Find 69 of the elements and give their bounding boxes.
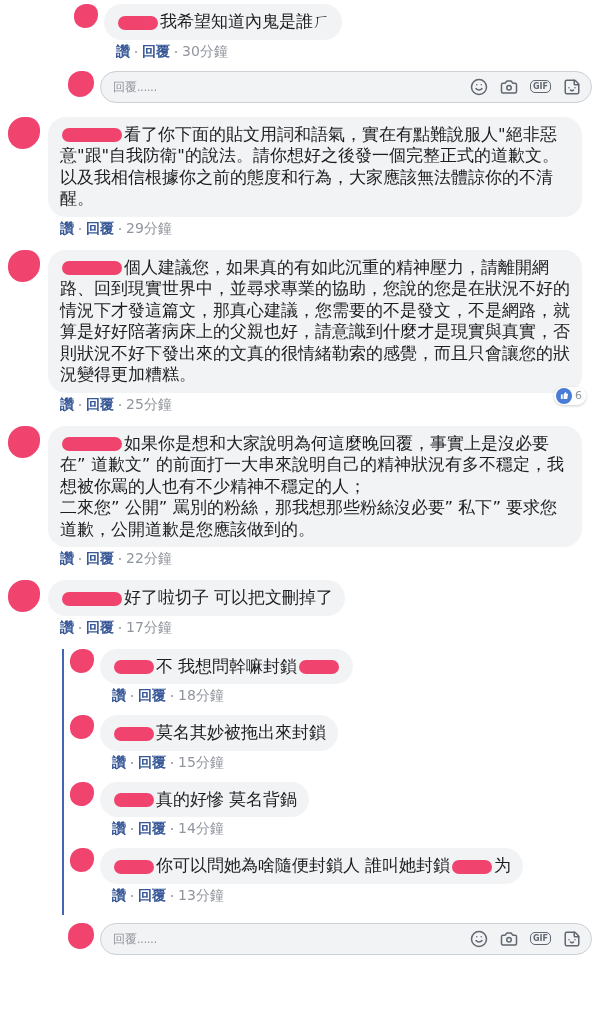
redaction-mark <box>70 848 94 872</box>
comment-text: 如果你是想和大家說明為何這麼晚回覆，事實上是沒必要在” 道歉文” 的前面打一大串來說明自己的精神狀況有多不穩定，我想被你罵的人也有不少精神不穩定的人； <box>60 432 565 497</box>
redaction-mark <box>70 781 94 806</box>
redaction-mark <box>68 922 94 949</box>
comment-text: 不 我想問幹嘛封鎖 <box>100 648 354 684</box>
like-link[interactable]: 讚 <box>60 550 74 568</box>
like-link[interactable]: 讚 <box>60 395 74 414</box>
reply-link[interactable]: 回覆 <box>138 753 166 772</box>
comment-text: 你可以問她為啥隨便封鎖人 誰叫她封鎖 为 <box>100 848 524 884</box>
like-count: 6 <box>554 386 586 405</box>
reply-link[interactable]: 回覆 <box>142 42 170 61</box>
redaction-mark <box>70 648 94 673</box>
like-link[interactable]: 讚 <box>112 753 126 772</box>
comment-time: 13分鐘 <box>178 886 224 905</box>
comment-time: 25分鐘 <box>126 395 172 414</box>
reply-link[interactable]: 回覆 <box>86 395 114 414</box>
reply-field[interactable]: 回覆...... GIF <box>100 70 592 103</box>
redaction-mark <box>62 128 122 142</box>
sticker-icon[interactable] <box>563 77 581 96</box>
redaction-mark <box>62 591 122 606</box>
redaction-mark <box>62 437 122 451</box>
comment-text: 二來您” 公開” 罵別的粉絲，那我想那些粉絲沒必要” 私下” 要求您道歉，公開道歉是您應該做到的。 <box>60 497 559 540</box>
camera-icon[interactable] <box>500 77 518 96</box>
redaction-mark <box>114 726 154 741</box>
gif-icon[interactable]: GIF <box>530 932 551 945</box>
redaction-mark <box>114 793 154 807</box>
like-link[interactable]: 讚 <box>112 886 126 905</box>
reply-link[interactable]: 回覆 <box>138 886 166 905</box>
comment-time: 14分鐘 <box>178 820 224 838</box>
comment-text: 看了你下面的貼文用詞和語氣，實在有點難說服人"絕非惡意"跟"自我防衛"的說法。請你想好之後發一個完整正式的道歉文。 <box>60 123 560 167</box>
comment-time: 18分鐘 <box>178 687 224 705</box>
reply-link[interactable]: 回覆 <box>138 820 166 838</box>
redaction-mark <box>74 4 98 28</box>
redaction-mark <box>118 15 158 30</box>
comment-text: 莫名其妙被拖出來封鎖 <box>100 715 338 751</box>
comment-text: 真的好慘 莫名背鍋 <box>100 781 310 817</box>
redaction-mark <box>114 660 154 674</box>
like-link[interactable]: 讚 <box>112 687 126 705</box>
like-link[interactable]: 讚 <box>116 42 130 61</box>
thumbs-up-icon <box>556 387 572 404</box>
reply-link[interactable]: 回覆 <box>138 687 166 705</box>
emoji-icon[interactable] <box>470 929 488 948</box>
redaction-mark <box>70 715 94 739</box>
comment-text: 以及我相信根據你之前的態度和行為，大家應該無法體諒你的不清醒。 <box>60 166 554 210</box>
redaction-mark <box>68 70 94 97</box>
comment-text: 好了啦切子 可以把文刪掉了 <box>48 580 346 616</box>
comment-time: 30分鐘 <box>182 42 228 61</box>
redaction-mark <box>8 116 40 149</box>
sticker-icon[interactable] <box>563 929 581 948</box>
like-link[interactable]: 讚 <box>60 219 74 238</box>
comment-time: 17分鐘 <box>126 618 172 637</box>
redaction-mark <box>114 859 154 874</box>
comment-time: 29分鐘 <box>126 219 172 238</box>
comment-text: 我希望知道內鬼是誰ㄏ <box>104 4 342 40</box>
reply-link[interactable]: 回覆 <box>86 219 114 238</box>
like-link[interactable]: 讚 <box>60 618 74 637</box>
reply-link[interactable]: 回覆 <box>86 550 114 568</box>
comment-time: 22分鐘 <box>126 550 172 568</box>
redaction-mark <box>8 425 40 458</box>
like-link[interactable]: 讚 <box>112 820 126 838</box>
camera-icon[interactable] <box>500 929 518 948</box>
redaction-mark <box>8 249 40 282</box>
reply-field[interactable]: 回覆...... GIF <box>100 922 592 955</box>
redaction-mark <box>62 261 122 275</box>
gif-icon[interactable]: GIF <box>530 80 551 93</box>
reply-link[interactable]: 回覆 <box>86 618 114 637</box>
emoji-icon[interactable] <box>470 77 488 96</box>
redaction-mark <box>8 580 40 612</box>
comment-time: 15分鐘 <box>178 753 224 772</box>
